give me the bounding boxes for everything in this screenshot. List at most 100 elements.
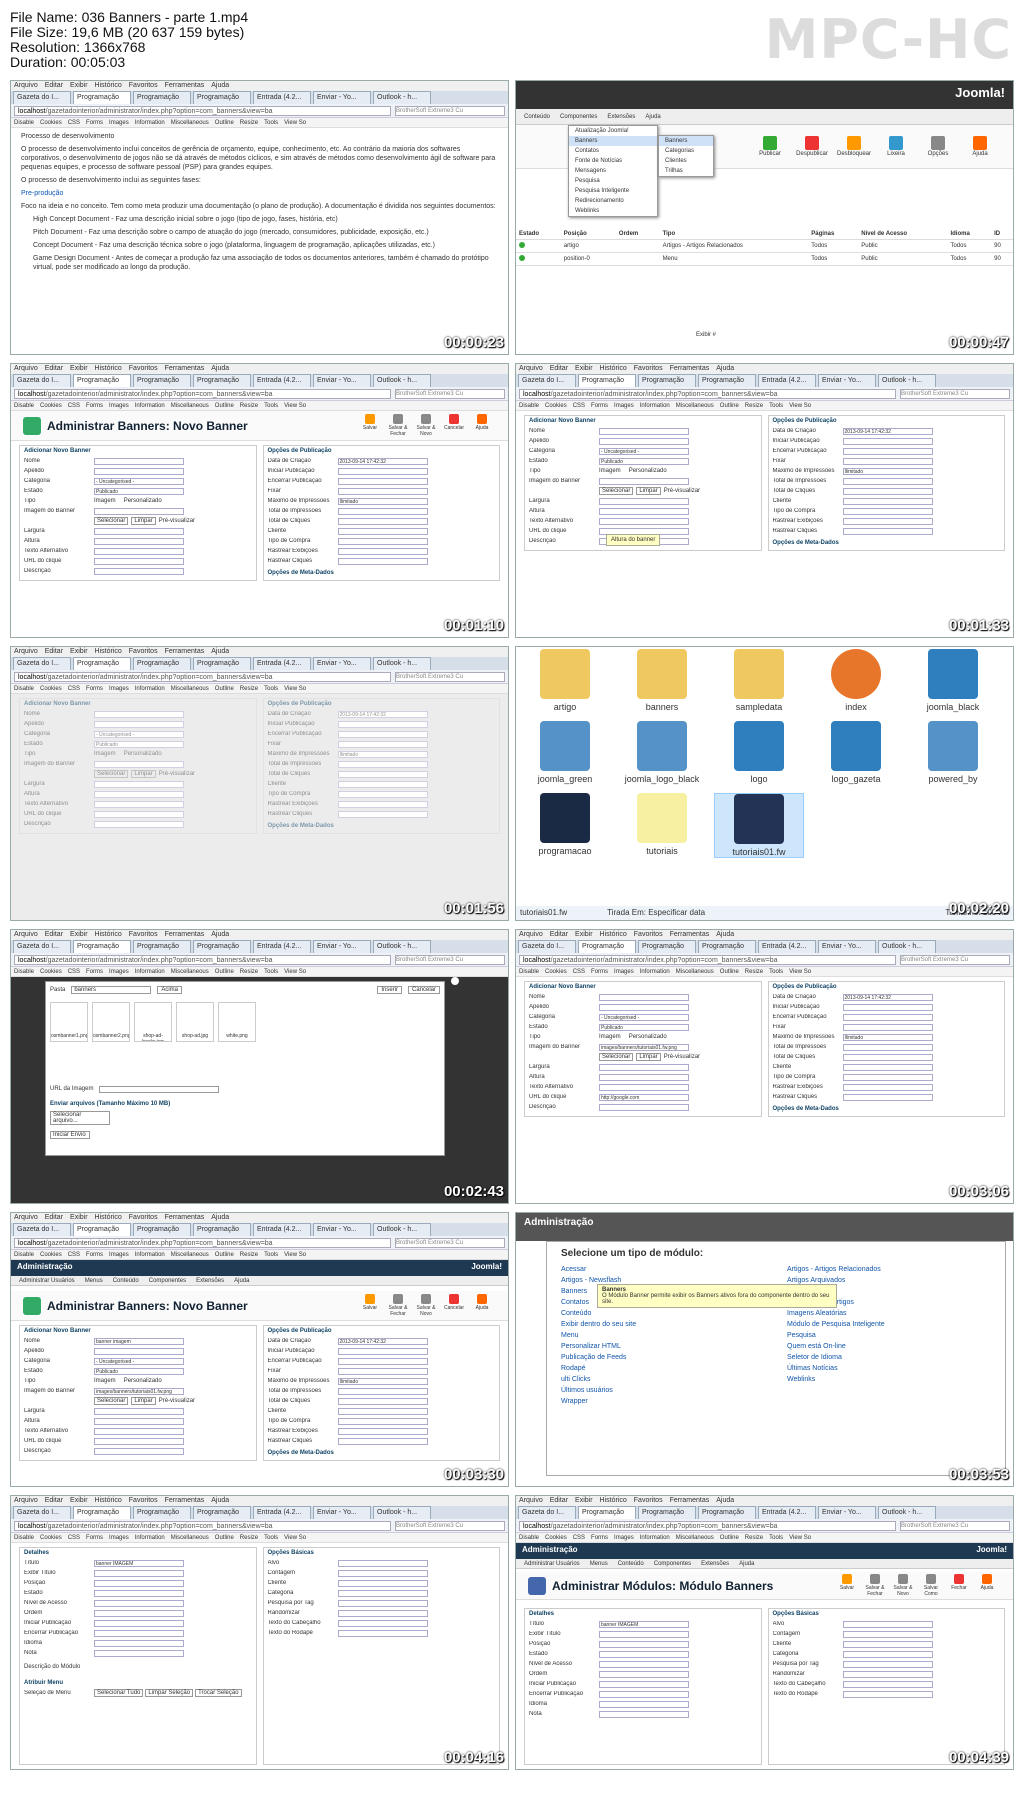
form-field-input[interactable] <box>337 730 428 738</box>
form-field-input[interactable] <box>599 477 689 485</box>
browser-menu-item[interactable]: Histórico <box>95 1497 122 1504</box>
form-field-input[interactable] <box>337 507 428 515</box>
module-type-link[interactable]: ulti Clicks <box>561 1374 636 1385</box>
toolbar-button[interactable]: Salvar & Novo <box>889 1574 917 1597</box>
form-field-input[interactable]: Publicado <box>94 487 184 495</box>
browser-menu-item[interactable]: Editar <box>45 1497 63 1504</box>
browser-menu-item[interactable]: Favoritos <box>129 82 158 89</box>
form-field-input[interactable] <box>842 1073 933 1081</box>
webdev-toolbar-item[interactable]: Disable <box>519 403 539 409</box>
form-field-input[interactable] <box>94 1417 184 1425</box>
webdev-toolbar-item[interactable]: Outline <box>215 403 234 409</box>
browser-menu-item[interactable]: Arquivo <box>519 931 543 938</box>
table-header-cell[interactable]: Idioma <box>947 229 992 240</box>
webdev-toolbar-item[interactable]: View So <box>789 969 811 975</box>
browser-menu-item[interactable]: Ajuda <box>211 82 229 89</box>
module-type-link[interactable]: Quem está On-line <box>787 1341 885 1352</box>
webdev-toolbar-item[interactable]: CSS <box>573 1535 585 1541</box>
browser-menu-item[interactable]: Ferramentas <box>165 1214 205 1221</box>
webdev-toolbar-item[interactable]: Images <box>109 1252 129 1258</box>
webdev-toolbar-item[interactable]: Tools <box>264 969 278 975</box>
module-type-link[interactable]: Personalizar HTML <box>561 1341 636 1352</box>
form-field-input[interactable]: Publicado <box>94 1367 184 1375</box>
form-field-input[interactable]: banner imagem <box>94 1337 184 1345</box>
form-field-input[interactable] <box>599 1660 689 1668</box>
form-field-input[interactable] <box>337 780 428 788</box>
browser-tab[interactable]: Outlook - h... <box>373 1506 431 1519</box>
browser-tab[interactable]: Programação <box>133 940 191 953</box>
select-button[interactable]: Selecionar <box>599 487 634 495</box>
form-field-input[interactable] <box>337 1397 428 1405</box>
form-field-input[interactable] <box>337 477 428 485</box>
browser-search-input[interactable]: BrotherSoft Extreme3 Cu <box>395 388 505 399</box>
module-type-link[interactable]: Acessar <box>561 1264 636 1275</box>
webdev-toolbar-item[interactable]: Images <box>109 969 129 975</box>
browser-menu-item[interactable]: Exibir <box>70 82 88 89</box>
file-item[interactable]: sampledata <box>714 649 804 712</box>
form-field-input[interactable] <box>842 457 933 465</box>
components-menu-item[interactable]: Contatos <box>569 146 657 156</box>
components-menu-item[interactable]: Redirecionamento <box>569 196 657 206</box>
radio-imagem[interactable]: Imagem <box>599 1034 621 1040</box>
clear-button[interactable]: Limpar <box>636 1053 661 1061</box>
form-field-input[interactable]: 2013-09-14 17:42:32 <box>842 427 933 435</box>
file-item[interactable]: banners <box>617 649 707 712</box>
image-url-input[interactable] <box>99 1086 220 1093</box>
joomla-menu-item[interactable]: Menus <box>85 1278 103 1284</box>
webdev-toolbar-item[interactable]: Disable <box>14 1252 34 1258</box>
browser-tab[interactable]: Outlook - h... <box>373 940 431 953</box>
form-field-input[interactable] <box>337 740 428 748</box>
order-cell[interactable] <box>615 239 660 253</box>
browser-menu-item[interactable]: Favoritos <box>129 648 158 655</box>
webdev-toolbar-item[interactable]: Forms <box>591 403 608 409</box>
select-all-button[interactable]: Selecionar Tudo <box>94 1689 144 1697</box>
browser-menu-item[interactable]: Editar <box>550 931 568 938</box>
webdev-toolbar-item[interactable]: CSS <box>68 403 80 409</box>
table-header-cell[interactable]: Posição <box>560 229 616 240</box>
browser-tab[interactable]: Entrada (4.2... <box>253 657 311 670</box>
form-field-input[interactable] <box>94 507 184 515</box>
module-type-link[interactable]: Artigos - Artigos Relacionados <box>787 1264 885 1275</box>
form-field-input[interactable] <box>599 1710 689 1718</box>
webdev-toolbar-item[interactable]: Resize <box>745 1535 763 1541</box>
address-bar[interactable]: localhost/gazetadointerior/administrator… <box>519 954 896 965</box>
module-type-link[interactable]: Rodapé <box>561 1363 636 1374</box>
webdev-toolbar-item[interactable]: Resize <box>240 969 258 975</box>
form-field-input[interactable] <box>94 537 184 545</box>
clear-selection-button[interactable]: Limpar Seleção <box>145 1689 194 1697</box>
form-field-input[interactable] <box>94 1599 184 1607</box>
form-field-input[interactable]: Ilimitado <box>842 467 933 475</box>
joomla-menu-item[interactable]: Extensões <box>196 1278 224 1284</box>
browser-menu-item[interactable]: Ajuda <box>211 1497 229 1504</box>
webdev-toolbar-item[interactable]: Cookies <box>545 969 567 975</box>
address-bar[interactable]: localhost/gazetadointerior/administrator… <box>14 388 391 399</box>
browser-tab[interactable]: Programação <box>133 91 191 104</box>
browser-search-input[interactable]: BrotherSoft Extreme3 Cu <box>395 1237 505 1248</box>
browser-menu-item[interactable]: Editar <box>45 931 63 938</box>
browser-tab[interactable]: Gazeta do I... <box>13 1506 71 1519</box>
browser-tab[interactable]: Gazeta do I... <box>13 374 71 387</box>
browser-menu-item[interactable]: Ajuda <box>211 365 229 372</box>
form-field-input[interactable] <box>599 1630 689 1638</box>
browser-menu-item[interactable]: Ferramentas <box>670 365 710 372</box>
webdev-toolbar-item[interactable]: Information <box>135 969 165 975</box>
choose-file-button[interactable]: Selecionar arquivo... <box>50 1111 110 1125</box>
browser-tab[interactable]: Outlook - h... <box>878 940 936 953</box>
address-bar[interactable]: localhost/gazetadointerior/administrator… <box>14 671 391 682</box>
form-field-input[interactable] <box>599 1003 689 1011</box>
form-field-input[interactable] <box>842 1650 933 1658</box>
form-field-input[interactable]: Publicado <box>599 457 689 465</box>
browser-tab[interactable]: Programação <box>698 1506 756 1519</box>
table-header-cell[interactable]: Nível de Acesso <box>858 229 948 240</box>
module-type-link[interactable]: Módulo de Pesquisa Inteligente <box>787 1319 885 1330</box>
components-menu-item[interactable]: Fonte de Notícias <box>569 156 657 166</box>
browser-menu-item[interactable]: Exibir <box>575 365 593 372</box>
webdev-toolbar-item[interactable]: Information <box>135 403 165 409</box>
webdev-toolbar-item[interactable]: Cookies <box>40 686 62 692</box>
webdev-toolbar-item[interactable]: Forms <box>86 686 103 692</box>
form-field-input[interactable] <box>842 1620 933 1628</box>
browser-tab[interactable]: Programação <box>73 374 131 387</box>
browser-menu-item[interactable]: Arquivo <box>14 1214 38 1221</box>
browser-tab[interactable]: Programação <box>578 940 636 953</box>
form-field-input[interactable] <box>94 547 184 555</box>
